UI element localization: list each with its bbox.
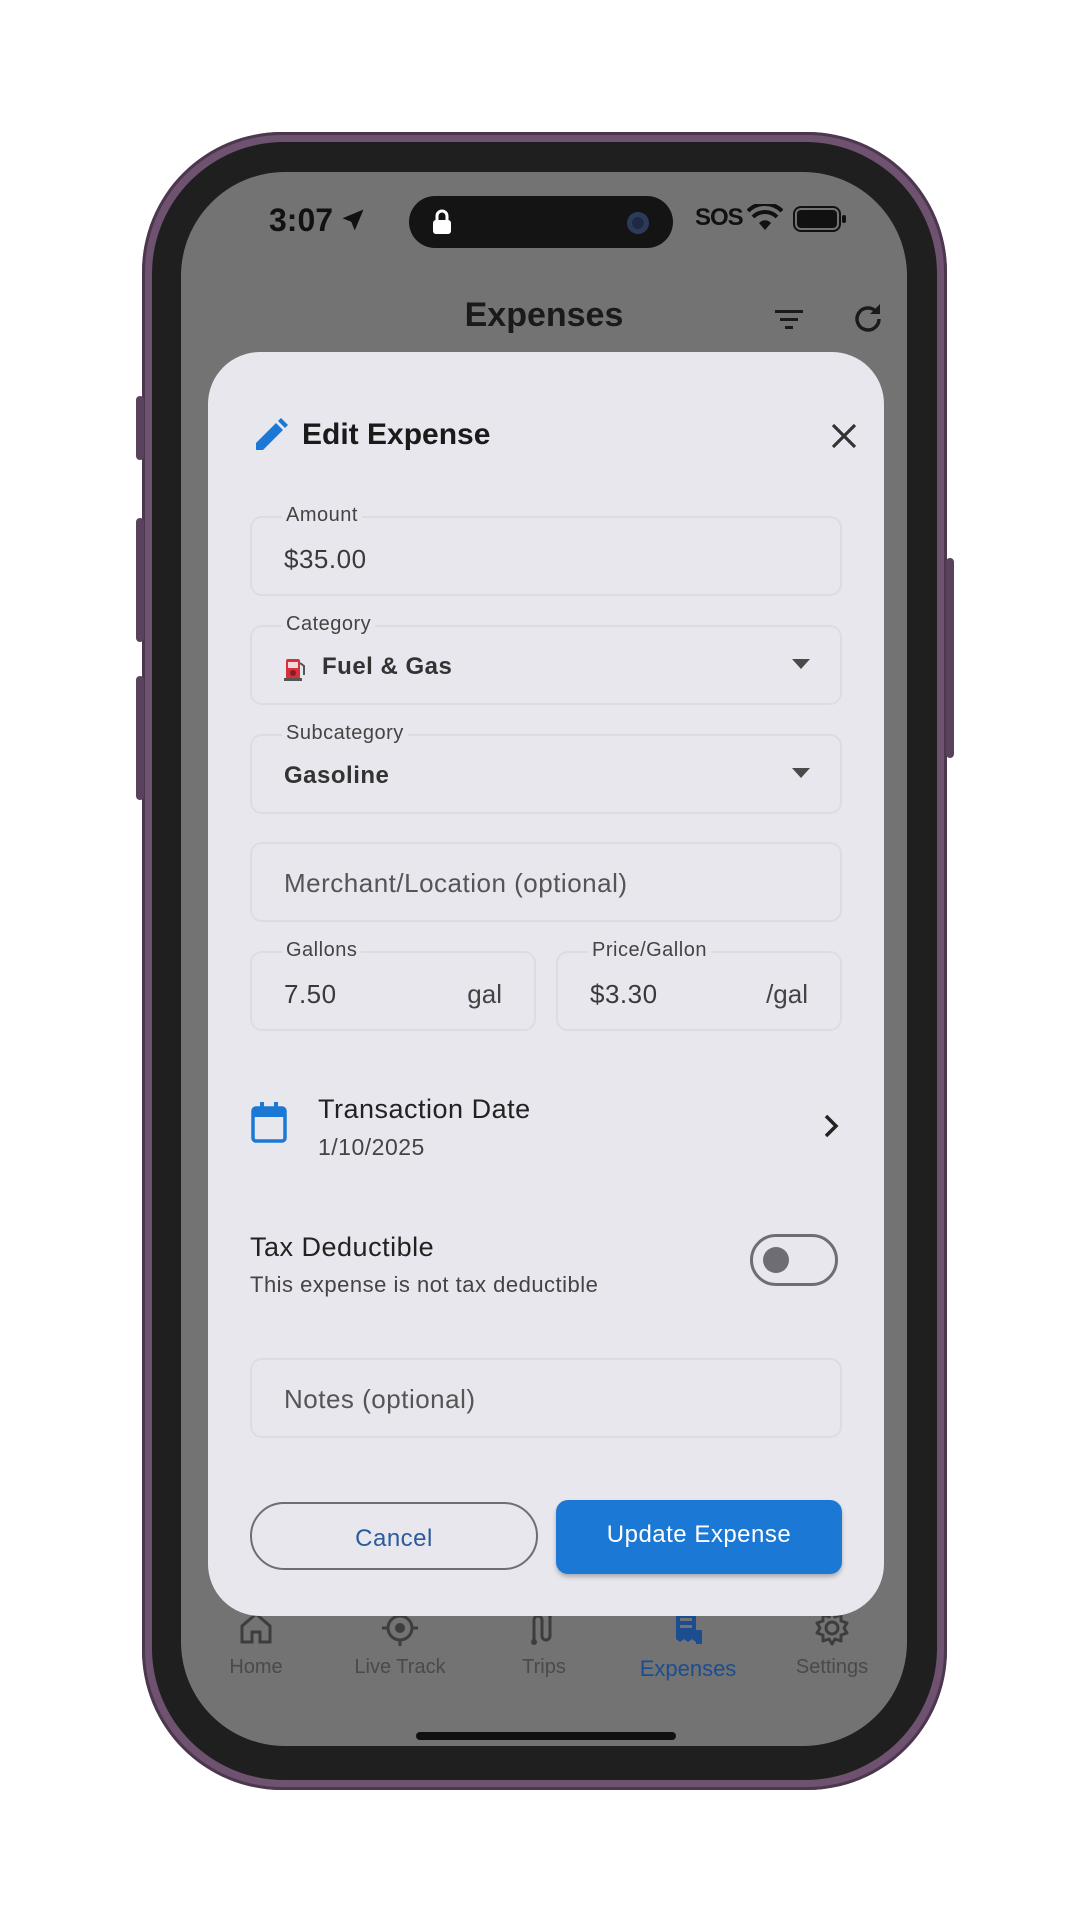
- volume-up-button: [136, 518, 144, 642]
- sos-indicator: SOS: [695, 204, 744, 231]
- bottom-navigation: Home Live Track Trips Expenses Settings: [181, 1596, 907, 1746]
- price-per-gallon-value: $3.30: [590, 979, 658, 1009]
- transaction-date-row[interactable]: Transaction Date 1/10/2025: [250, 1070, 842, 1180]
- calendar-icon: [251, 1102, 287, 1143]
- refresh-icon[interactable]: [849, 300, 887, 338]
- nav-label-expenses: Expenses: [639, 1656, 737, 1681]
- tax-deductible-description: This expense is not tax deductible: [250, 1272, 599, 1297]
- dropdown-arrow-icon: [792, 659, 810, 669]
- camera-icon: [627, 212, 649, 234]
- price-per-gallon-label: Price/Gallon: [588, 939, 711, 962]
- dynamic-island: [409, 196, 673, 248]
- nav-label-trips: Trips: [522, 1656, 566, 1678]
- volume-down-button: [136, 676, 144, 800]
- transaction-date-label: Transaction Date: [318, 1094, 531, 1124]
- amount-value: $35.00: [284, 544, 367, 574]
- gallons-value: 7.50: [284, 979, 337, 1009]
- amount-label: Amount: [282, 504, 362, 527]
- update-expense-button[interactable]: Update Expense: [556, 1500, 842, 1574]
- fuel-pump-icon: [284, 659, 305, 681]
- dialog-header: Edit Expense: [252, 414, 857, 458]
- tax-deductible-label: Tax Deductible: [250, 1232, 435, 1262]
- tax-deductible-toggle[interactable]: [750, 1234, 838, 1286]
- dialog-title: Edit Expense: [302, 418, 491, 451]
- lock-icon: [433, 209, 451, 234]
- action-button: [136, 396, 144, 460]
- edit-expense-dialog: Edit Expense Amount $35.00 Category Fuel…: [208, 352, 884, 1616]
- price-per-gallon-input[interactable]: Price/Gallon $3.30 /gal: [556, 939, 842, 1031]
- pencil-icon: [256, 418, 288, 450]
- notes-placeholder: Notes (optional): [284, 1384, 476, 1414]
- battery-icon: [793, 206, 846, 232]
- nav-label-settings: Settings: [795, 1656, 869, 1678]
- gallons-input[interactable]: Gallons 7.50 gal: [250, 939, 536, 1031]
- filter-icon[interactable]: [771, 302, 807, 338]
- category-dropdown[interactable]: Category Fuel & Gas: [250, 613, 842, 705]
- wifi-icon: [747, 204, 783, 230]
- close-icon[interactable]: [828, 420, 860, 452]
- location-arrow-icon: [342, 209, 364, 231]
- nav-label-live-track: Live Track: [354, 1656, 446, 1678]
- gallons-label: Gallons: [282, 939, 362, 962]
- home-indicator[interactable]: [416, 1732, 676, 1740]
- nav-label-home: Home: [229, 1656, 283, 1678]
- price-per-gallon-suffix: /gal: [766, 979, 808, 1009]
- notes-input[interactable]: Notes (optional): [250, 1358, 842, 1438]
- subcategory-value: Gasoline: [284, 762, 390, 789]
- gallons-suffix: gal: [467, 979, 502, 1009]
- merchant-input[interactable]: Merchant/Location (optional): [250, 842, 842, 922]
- subcategory-label: Subcategory: [282, 722, 408, 745]
- tax-deductible-row: Tax Deductible This expense is not tax d…: [250, 1232, 842, 1322]
- chevron-right-icon: [824, 1114, 839, 1138]
- merchant-placeholder: Merchant/Location (optional): [284, 868, 628, 898]
- dropdown-arrow-icon: [792, 768, 810, 778]
- amount-field[interactable]: Amount $35.00: [250, 504, 842, 596]
- subcategory-dropdown[interactable]: Subcategory Gasoline: [250, 722, 842, 814]
- cancel-button[interactable]: Cancel: [250, 1502, 538, 1570]
- status-time: 3:07: [269, 202, 334, 238]
- category-label: Category: [282, 613, 376, 636]
- power-button: [946, 558, 954, 758]
- category-value: Fuel & Gas: [322, 653, 453, 680]
- toggle-knob: [763, 1247, 789, 1273]
- transaction-date-value: 1/10/2025: [318, 1134, 425, 1160]
